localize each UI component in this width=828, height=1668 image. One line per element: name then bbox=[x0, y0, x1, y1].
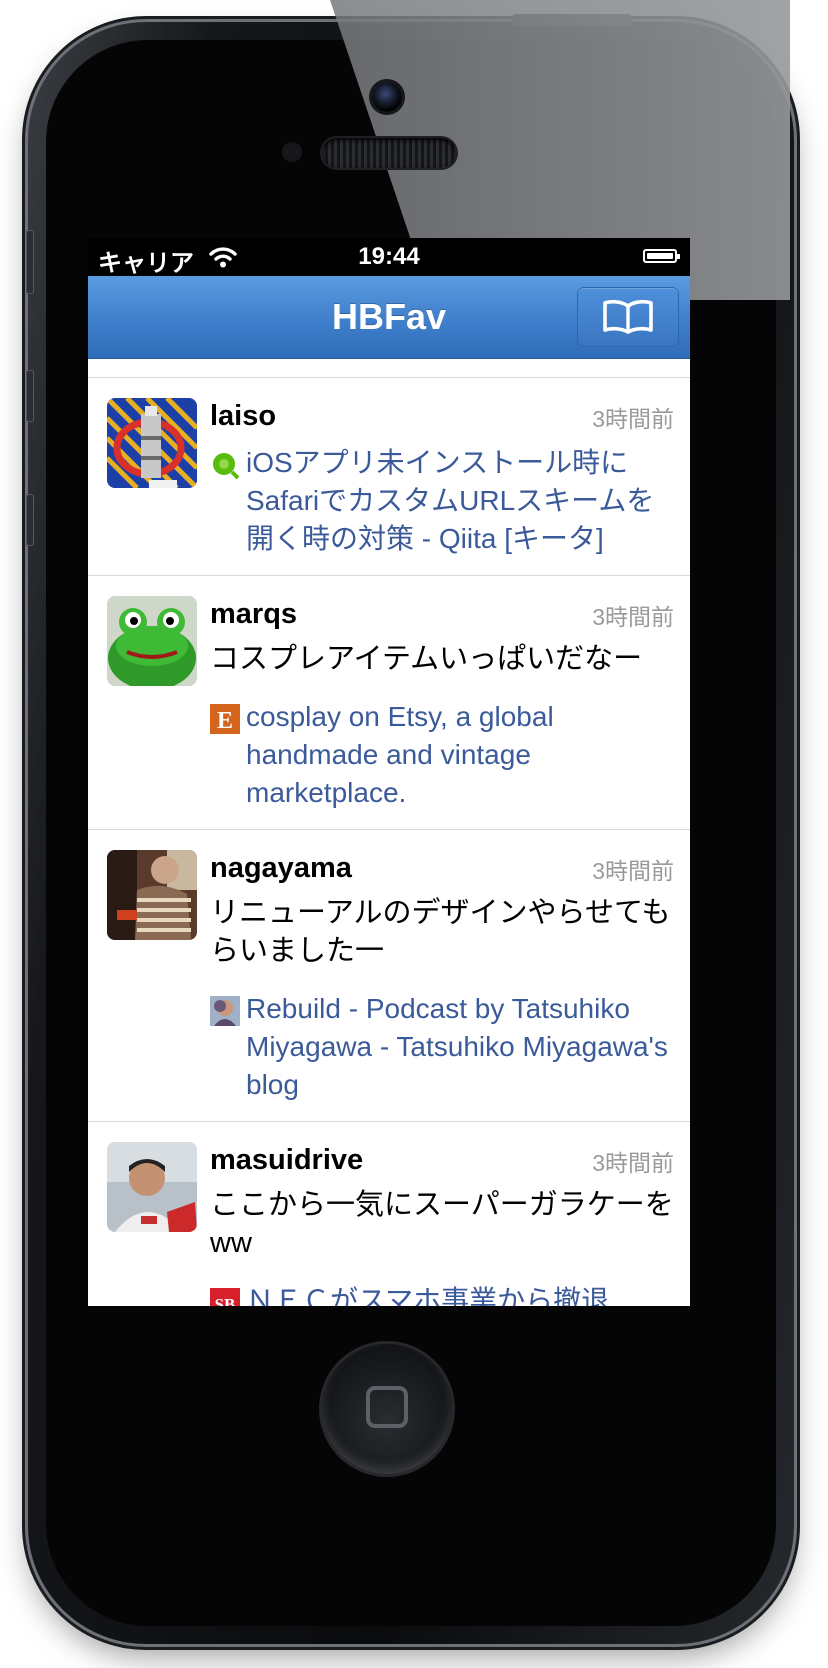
sb-favicon-icon: SB bbox=[210, 1288, 240, 1306]
bookmark-link[interactable]: E cosplay on Etsy, a global handmade and… bbox=[210, 698, 674, 816]
username[interactable]: nagayama bbox=[210, 852, 352, 885]
earpiece-speaker bbox=[322, 138, 456, 168]
username[interactable]: marqs bbox=[210, 598, 297, 631]
timeline-entry[interactable]: masuidrive 3時間前 ここから一気にスーパーガラケーをww SB ＮＥ… bbox=[88, 1122, 690, 1306]
bookmark-link[interactable]: Rebuild - Podcast by Tatsuhiko Miyagawa … bbox=[210, 990, 674, 1108]
home-button[interactable] bbox=[322, 1344, 452, 1474]
timestamp: 3時間前 bbox=[592, 406, 674, 432]
proximity-sensor bbox=[282, 142, 302, 162]
front-camera bbox=[372, 82, 402, 112]
rebuild-favicon-icon bbox=[210, 996, 240, 1026]
svg-text:SB: SB bbox=[215, 1295, 236, 1306]
timestamp: 3時間前 bbox=[592, 1150, 674, 1176]
avatar[interactable] bbox=[107, 1142, 197, 1232]
bookmarks-button[interactable] bbox=[578, 288, 678, 346]
bookmark-title[interactable]: ＮＥＣがスマホ事業から撤退 bbox=[246, 1282, 676, 1306]
home-square-icon bbox=[366, 1386, 408, 1428]
timeline-entry[interactable]: marqs 3時間前 コスプレアイテムいっぱいだなー E cosplay on … bbox=[88, 576, 690, 830]
book-icon bbox=[602, 299, 654, 339]
timeline-list: laiso 3時間前 iOSアプリ未インストール時にSafariでカスタムURL… bbox=[88, 359, 690, 1306]
avatar[interactable] bbox=[107, 596, 197, 686]
timeline-entry[interactable]: laiso 3時間前 iOSアプリ未インストール時にSafariでカスタムURL… bbox=[88, 378, 690, 576]
comment-text: リニューアルのデザインやらせてもらいました一 bbox=[210, 897, 671, 967]
bookmark-title[interactable]: Rebuild - Podcast by Tatsuhiko Miyagawa … bbox=[246, 990, 676, 1104]
avatar[interactable] bbox=[107, 398, 197, 488]
svg-text:E: E bbox=[217, 708, 233, 734]
comment-text: コスプレアイテムいっぱいだなー bbox=[210, 643, 643, 675]
app-screen: キャリア 19:44 HBFav laiso 3時間前 iOSアプリ未インストー… bbox=[88, 238, 690, 1306]
etsy-favicon-icon: E bbox=[210, 704, 240, 734]
mute-switch bbox=[26, 230, 34, 294]
list-divider bbox=[88, 359, 690, 378]
navigation-bar: HBFav bbox=[88, 276, 690, 359]
username[interactable]: masuidrive bbox=[210, 1144, 363, 1177]
battery-icon bbox=[643, 249, 680, 263]
status-clock: 19:44 bbox=[358, 243, 420, 270]
volume-down-button bbox=[26, 494, 34, 546]
comment-text: ここから一気にスーパーガラケーをww bbox=[210, 1189, 674, 1259]
avatar[interactable] bbox=[107, 850, 197, 940]
bookmark-title[interactable]: iOSアプリ未インストール時にSafariでカスタムURLスキームを開く時の対策… bbox=[246, 444, 676, 558]
bookmark-link[interactable]: SB ＮＥＣがスマホ事業から撤退 bbox=[210, 1282, 674, 1306]
bookmark-link[interactable]: iOSアプリ未インストール時にSafariでカスタムURLスキームを開く時の対策… bbox=[210, 444, 674, 562]
bookmark-title[interactable]: cosplay on Etsy, a global handmade and v… bbox=[246, 698, 676, 812]
timeline-entry[interactable]: nagayama 3時間前 リニューアルのデザインやらせてもらいました一 Reb… bbox=[88, 830, 690, 1122]
volume-up-button bbox=[26, 370, 34, 422]
status-bar: キャリア 19:44 bbox=[88, 238, 690, 277]
timestamp: 3時間前 bbox=[592, 858, 674, 884]
timestamp: 3時間前 bbox=[592, 604, 674, 630]
qiita-favicon-icon bbox=[210, 450, 240, 480]
username[interactable]: laiso bbox=[210, 400, 276, 433]
